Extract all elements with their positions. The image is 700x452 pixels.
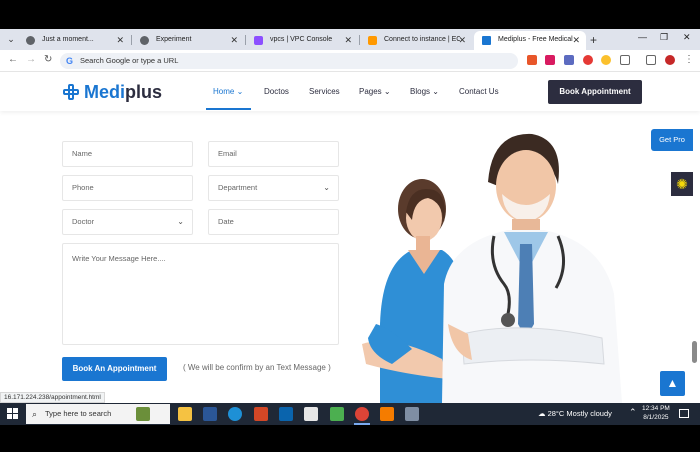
edge-icon[interactable] (228, 407, 242, 421)
back-icon[interactable]: ← (8, 54, 18, 65)
browser-tab[interactable]: Just a moment... ✕ (18, 31, 130, 50)
store-icon[interactable] (304, 407, 318, 421)
vpc-icon (254, 36, 263, 45)
browser-tab[interactable]: Experiment ✕ (132, 31, 244, 50)
windows-taskbar: ⌕ Type here to search ☁ 28°C Mostly clou… (0, 403, 700, 425)
name-input[interactable]: Name (62, 141, 193, 167)
extension-icon[interactable] (527, 55, 537, 65)
globe-icon (26, 36, 35, 45)
word-icon[interactable] (203, 407, 217, 421)
profile-icon[interactable] (665, 55, 675, 65)
nav-pages[interactable]: Pages ⌄ (359, 87, 391, 96)
confirm-note: ( We will be confirm by an Text Message … (183, 363, 331, 372)
mediplus-logo[interactable]: Medi plus (63, 81, 162, 103)
active-app-indicator (354, 423, 370, 425)
minimize-icon[interactable]: — (638, 32, 647, 42)
new-tab-button[interactable]: + (590, 31, 597, 49)
scroll-to-top-button[interactable]: ▲ (660, 371, 685, 396)
weather-widget[interactable]: ☁ 28°C Mostly cloudy (538, 407, 612, 421)
notification-icon[interactable] (679, 409, 689, 418)
close-icon[interactable]: ✕ (116, 31, 124, 49)
doctors-image (362, 133, 622, 403)
chevron-down-icon: ⌄ (432, 87, 439, 96)
tab-title: vpcs | VPC Console (270, 36, 333, 43)
book-appointment-header-button[interactable]: Book Appointment (548, 80, 642, 104)
get-pro-button[interactable]: Get Pro (651, 129, 693, 151)
remote-desktop-icon[interactable] (405, 407, 419, 421)
browser-toolbar: ← → ↻ G Search Google or type a URL ⋮ (0, 50, 700, 72)
settings-gear-icon[interactable]: ✺ (671, 172, 693, 196)
windows-start-icon[interactable] (7, 408, 19, 420)
powerpoint-icon[interactable] (254, 407, 268, 421)
site-header: Medi plus Home ⌄ Doctos Services Pages ⌄ … (0, 72, 700, 111)
puzzle-icon[interactable] (620, 55, 630, 65)
nav-blogs[interactable]: Blogs ⌄ (410, 87, 439, 96)
chevron-up-icon[interactable]: ⌃ (629, 407, 637, 418)
chrome-icon[interactable] (355, 407, 369, 421)
mediplus-favicon-icon (482, 36, 491, 45)
photos-icon[interactable] (330, 407, 344, 421)
tab-title: Just a moment... (42, 36, 94, 43)
reload-icon[interactable]: ↻ (44, 54, 52, 65)
ec2-icon (368, 36, 377, 45)
extension-icon[interactable] (583, 55, 593, 65)
doctor-select[interactable]: Doctor ⌄ (62, 209, 193, 235)
globe-icon (140, 36, 149, 45)
tab-title: Experiment (156, 36, 192, 43)
extension-icon[interactable] (545, 55, 555, 65)
tab-search-icon[interactable]: ⌄ (4, 32, 18, 46)
close-window-icon[interactable]: ✕ (683, 32, 691, 43)
extension-icon[interactable] (601, 55, 611, 65)
logo-text-plus: plus (125, 81, 163, 102)
google-icon: G (66, 56, 74, 66)
status-bar-url: 16.171.224.238/appointment.html (0, 392, 105, 403)
email-input[interactable]: Email (208, 141, 339, 167)
browser-tab-active[interactable]: Mediplus - Free Medical and ✕ (474, 31, 586, 50)
tab-title: Mediplus - Free Medical and (498, 36, 574, 43)
nav-contact[interactable]: Contact Us (459, 87, 499, 96)
kebab-menu-icon[interactable]: ⋮ (684, 54, 694, 65)
address-bar[interactable]: G Search Google or type a URL (60, 53, 518, 69)
extension-icon[interactable] (564, 55, 574, 65)
nav-doctors[interactable]: Doctos (264, 87, 289, 96)
nav-home[interactable]: Home ⌄ (213, 87, 243, 96)
close-icon[interactable]: ✕ (344, 31, 352, 49)
chevron-down-icon: ⌄ (236, 87, 244, 96)
close-icon[interactable]: ✕ (572, 31, 580, 49)
cloud-icon: ☁ (538, 409, 546, 418)
search-icon: ⌕ (32, 409, 38, 419)
department-select[interactable]: Department ⌄ (208, 175, 339, 201)
book-an-appointment-button[interactable]: Book An Appointment (62, 357, 167, 381)
close-icon[interactable]: ✕ (230, 31, 238, 49)
phone-input[interactable]: Phone (62, 175, 193, 201)
browser-tab[interactable]: vpcs | VPC Console ✕ (246, 31, 358, 50)
logo-text-medi: Medi (84, 81, 126, 102)
taskbar-clock[interactable]: 12:34 PM 8/1/2025 (642, 404, 670, 422)
page-scrollbar[interactable] (692, 341, 697, 363)
date-input[interactable]: Date (208, 209, 339, 235)
forward-icon[interactable]: → (26, 54, 36, 65)
screen: ⌄ Just a moment... ✕ Experiment ✕ vpcs |… (0, 0, 700, 452)
browser-tab-strip: ⌄ Just a moment... ✕ Experiment ✕ vpcs |… (0, 29, 700, 50)
chevron-down-icon: ⌄ (323, 183, 330, 192)
vlc-icon[interactable] (380, 407, 394, 421)
file-explorer-icon[interactable] (178, 407, 192, 421)
download-icon[interactable] (646, 55, 656, 65)
message-textarea[interactable]: Write Your Message Here.... (62, 243, 339, 345)
close-icon[interactable]: ✕ (458, 31, 466, 49)
chevron-down-icon: ⌄ (383, 87, 391, 96)
medical-cross-icon (63, 84, 79, 100)
web-page: Medi plus Home ⌄ Doctos Services Pages ⌄ … (0, 72, 700, 403)
outlook-icon[interactable] (279, 407, 293, 421)
active-nav-indicator (206, 108, 251, 110)
address-placeholder: Search Google or type a URL (80, 56, 179, 65)
restore-icon[interactable]: ❐ (660, 32, 668, 43)
chevron-down-icon: ⌄ (177, 217, 184, 226)
nav-services[interactable]: Services (309, 87, 340, 96)
browser-tab[interactable]: Connect to instance | EC2 | u ✕ (360, 31, 472, 50)
search-highlight-icon[interactable] (136, 407, 150, 421)
tab-title: Connect to instance | EC2 | u (384, 36, 460, 43)
